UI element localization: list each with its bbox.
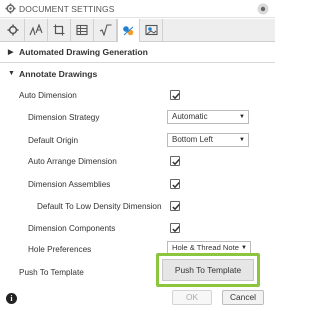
annotate-drawings-section[interactable]: ▼ Annotate Drawings — [0, 69, 275, 81]
dropdown-arrow-icon: ▼ — [239, 114, 245, 120]
ok-button[interactable]: OK — [172, 290, 212, 305]
tab-text-style[interactable] — [25, 19, 48, 41]
dimension-components-checkbox[interactable] — [170, 223, 180, 233]
checkmark-icon — [172, 226, 180, 233]
auto-dimension-checkbox[interactable] — [170, 90, 180, 100]
dimension-components-label: Dimension Components — [28, 224, 116, 233]
image-settings-icon — [144, 24, 158, 36]
low-density-dimension-checkbox[interactable] — [170, 201, 180, 211]
section-label: Annotate Drawings — [19, 69, 98, 79]
cancel-button[interactable]: Cancel — [222, 290, 264, 305]
gear-icon — [7, 24, 19, 36]
text-style-icon — [29, 24, 43, 36]
tab-image-settings[interactable] — [140, 19, 163, 41]
caret-down-icon: ▼ — [8, 70, 15, 77]
dimension-strategy-value: Automatic — [172, 112, 208, 121]
options-icon — [257, 3, 268, 14]
automated-drawing-generation-section[interactable]: ▶ Automated Drawing Generation — [0, 47, 275, 59]
auto-arrange-dimension-label: Auto Arrange Dimension — [28, 157, 117, 166]
table-icon — [76, 24, 88, 36]
dimension-assemblies-label: Dimension Assemblies — [28, 180, 111, 189]
checkmark-icon — [172, 93, 180, 100]
gear-icon — [5, 3, 16, 14]
tab-frame[interactable] — [48, 19, 71, 41]
tab-math[interactable] — [94, 19, 117, 41]
tab-general[interactable] — [2, 19, 25, 41]
low-density-dimension-label: Default To Low Density Dimension — [37, 202, 162, 211]
annotate-icon — [123, 25, 134, 35]
tab-table[interactable] — [71, 19, 94, 41]
push-to-template-button[interactable]: Push To Template — [162, 259, 254, 281]
settings-tab-bar — [0, 19, 275, 42]
dropdown-arrow-icon: ▼ — [239, 137, 245, 143]
dimension-strategy-label: Dimension Strategy — [28, 113, 100, 122]
hole-preferences-label: Hole Preferences — [28, 245, 92, 254]
checkmark-icon — [172, 204, 180, 211]
info-icon[interactable]: i — [6, 293, 17, 304]
auto-arrange-dimension-checkbox[interactable] — [170, 156, 180, 166]
default-origin-value: Bottom Left — [172, 135, 213, 144]
caret-right-icon: ▶ — [8, 49, 14, 56]
dimension-assemblies-checkbox[interactable] — [170, 179, 180, 189]
frame-icon — [53, 24, 65, 36]
push-to-template-label: Push To Template — [19, 268, 84, 277]
window-title: DOCUMENT SETTINGS — [19, 4, 115, 14]
tab-annotate[interactable] — [117, 19, 140, 42]
hole-preferences-value: Hole & Thread Note — [172, 243, 239, 252]
title-bar: DOCUMENT SETTINGS — [0, 0, 275, 18]
section-label: Automated Drawing Generation — [19, 47, 148, 57]
default-origin-label: Default Origin — [28, 136, 79, 145]
checkmark-icon — [172, 159, 180, 166]
section-divider — [0, 62, 275, 63]
default-origin-select[interactable]: Bottom Left ▼ — [167, 133, 249, 147]
dimension-strategy-select[interactable]: Automatic ▼ — [167, 110, 249, 124]
panel-options-button[interactable] — [256, 2, 269, 15]
auto-dimension-label: Auto Dimension — [19, 91, 77, 100]
square-root-icon — [99, 24, 111, 36]
checkmark-icon — [172, 182, 180, 189]
